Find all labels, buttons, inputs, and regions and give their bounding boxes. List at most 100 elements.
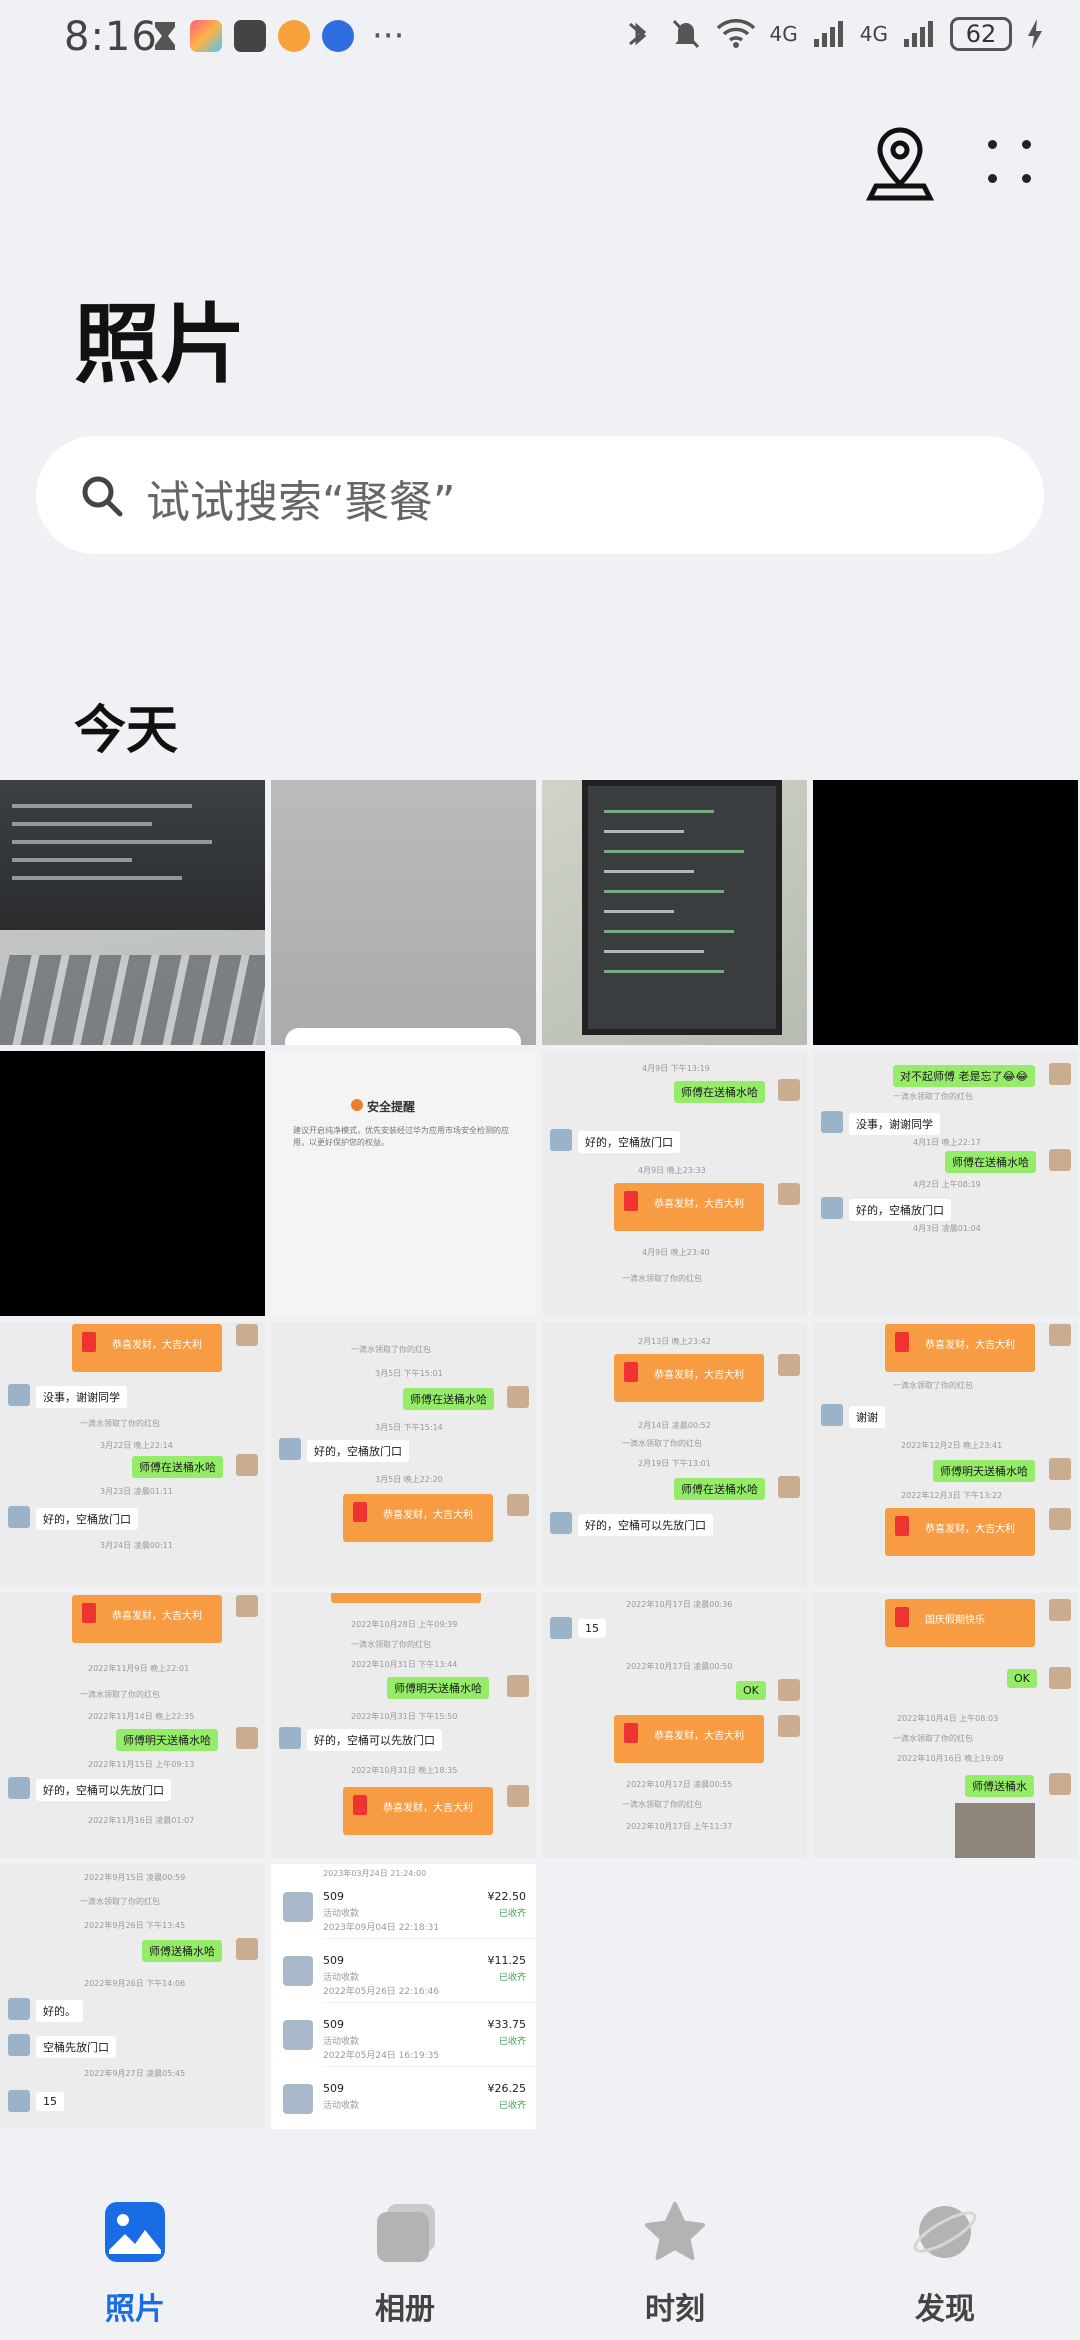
avatar <box>8 1506 30 1528</box>
photo-thumbnail[interactable]: 一滴水领取了你的红包 3月5日 下午15:01 师傅在送桶水哈 3月5日 下午1… <box>271 1322 536 1587</box>
tab-moments[interactable]: 时刻 <box>540 2200 810 2330</box>
chat-bubble: 师傅明天送桶水哈 <box>933 1460 1035 1482</box>
avatar <box>1049 1063 1071 1085</box>
photo-thumbnail[interactable]: 恭喜发财，大吉大利 没事，谢谢同学 一滴水领取了你的红包 3月22日 晚上22:… <box>0 1322 265 1587</box>
chat-bubble: 好的，空桶可以先放门口 <box>578 1514 713 1536</box>
avatar <box>507 1494 529 1516</box>
status-left-icons: ··· <box>152 19 404 53</box>
location-pin-icon[interactable] <box>862 124 938 204</box>
chat-bubble: 师傅在送桶水哈 <box>403 1388 494 1410</box>
photo-thumbnail[interactable]: 安全提醒 建议开启纯净模式，优先安装经过华为应用市场安全检测的应用，以更好保护您… <box>271 1051 536 1316</box>
photo-thumbnail[interactable]: 国庆假期快乐 OK 2022年10月4日 上午08:03 一滴水领取了你的红包 … <box>813 1593 1078 1858</box>
chat-bubble: 好的，空桶放门口 <box>307 1440 409 1462</box>
chat-timestamp: 2022年11月16日 凌晨01:07 <box>88 1816 195 1825</box>
avatar <box>778 1679 800 1701</box>
avatar <box>778 1715 800 1737</box>
photo-thumbnail[interactable] <box>813 780 1078 1045</box>
photo-thumbnail[interactable]: 2023年03月24日 21:24:00 509 活动收款 2023年09月04… <box>271 1864 536 2129</box>
avatar <box>1049 1599 1071 1621</box>
chat-timestamp: 2022年9月27日 凌晨05:45 <box>84 2069 186 2078</box>
photo-thumbnail[interactable]: 2022年10月17日 凌晨00:36 15 2022年10月17日 凌晨00:… <box>542 1593 807 1858</box>
photo-thumbnail[interactable]: 4月9日 下午13:19 师傅在送桶水哈 好的，空桶放门口 4月9日 晚上23:… <box>542 1051 807 1316</box>
chat-bubble: 好的。 <box>36 2000 83 2022</box>
bottom-navigation: 照片 相册 时刻 发现 <box>0 2150 1080 2340</box>
chat-bubble: 没事，谢谢同学 <box>849 1113 940 1135</box>
chat-system-note: 一滴水领取了你的红包 <box>80 1897 160 1906</box>
bluetooth-vibrate-icon <box>628 22 646 46</box>
chat-timestamp: 3月5日 晚上22:20 <box>375 1475 443 1484</box>
chat-bubble: 对不起师傅 老是忘了😂😂 <box>893 1065 1036 1087</box>
signal-icon-1 <box>813 21 843 47</box>
chat-timestamp: 2022年10月17日 凌晨00:36 <box>626 1600 733 1609</box>
photos-icon <box>105 2202 165 2262</box>
photo-thumbnail[interactable]: 恭喜发财，大吉大利 2022年11月9日 晚上22:01 一滴水领取了你的红包 … <box>0 1593 265 1858</box>
chat-bubble: 没事，谢谢同学 <box>36 1386 127 1408</box>
photo-thumbnail[interactable]: 恭喜发财，大吉大利 一滴水领取了你的红包 谢谢 2022年12月2日 晚上23:… <box>813 1322 1078 1587</box>
avatar <box>550 1617 572 1639</box>
payment-amount: ¥26.25 <box>487 2082 527 2095</box>
avatar <box>1049 1458 1071 1480</box>
more-options-button[interactable] <box>980 132 1040 192</box>
photo-thumbnail[interactable]: 2022年9月15日 凌晨00:59 一滴水领取了你的红包 2022年9月26日… <box>0 1864 265 2129</box>
avatar <box>550 1512 572 1534</box>
payment-status: 已收齐 <box>498 2101 526 2111</box>
image-message-thumbnail <box>955 1803 1035 1858</box>
chat-bubble: 15 <box>36 2092 64 2111</box>
chat-timestamp: 2022年10月31日 晚上18:35 <box>351 1766 458 1775</box>
albums-icon <box>377 2204 435 2262</box>
photo-thumbnail[interactable] <box>542 780 807 1045</box>
avatar <box>283 2084 313 2114</box>
chat-system-note: 一滴水领取了你的红包 <box>80 1690 160 1699</box>
red-packet: 国庆假期快乐 <box>885 1599 1035 1647</box>
chat-timestamp: 3月5日 下午15:14 <box>375 1423 443 1432</box>
chat-timestamp: 2022年10月31日 下午13:44 <box>351 1660 458 1669</box>
chat-timestamp: 2022年10月28日 上午09:39 <box>351 1620 458 1629</box>
chat-bubble: 师傅送桶水哈 <box>142 1940 222 1962</box>
red-packet: 恭喜发财，大吉大利 <box>72 1324 222 1372</box>
avatar <box>1049 1773 1071 1795</box>
photo-thumbnail[interactable] <box>0 780 265 1045</box>
tab-discover[interactable]: 发现 <box>810 2200 1080 2330</box>
avatar <box>1049 1667 1071 1689</box>
avatar <box>236 1454 258 1476</box>
chat-bubble: OK <box>736 1681 766 1700</box>
photo-thumbnail[interactable] <box>271 780 536 1045</box>
chat-bubble: 师傅送桶水 <box>965 1775 1034 1797</box>
chat-timestamp: 2022年12月3日 下午13:22 <box>901 1491 1003 1500</box>
music-icon <box>322 20 354 52</box>
photo-thumbnail[interactable]: 对不起师傅 老是忘了😂😂 一滴水领取了你的红包 没事，谢谢同学 4月1日 晚上2… <box>813 1051 1078 1316</box>
chat-timestamp: 2022年10月17日 凌晨00:50 <box>626 1662 733 1671</box>
chat-timestamp: 2022年10月16日 晚上19:09 <box>897 1754 1004 1763</box>
chat-bubble: 好的，空桶可以先放门口 <box>36 1779 171 1801</box>
warning-shield-icon <box>351 1099 363 1111</box>
avatar <box>8 2034 30 2056</box>
chat-timestamp: 4月9日 下午13:19 <box>642 1064 710 1073</box>
payment-sub: 活动收款 <box>323 1973 360 1983</box>
network-type-1: 4G <box>769 22 798 46</box>
mute-bell-icon <box>672 19 699 49</box>
tab-albums[interactable]: 相册 <box>270 2200 540 2330</box>
network-type-2: 4G <box>859 22 888 46</box>
payment-status: 已收齐 <box>498 1909 526 1919</box>
chat-timestamp: 2月14日 凌晨00:52 <box>638 1421 711 1430</box>
photo-thumbnail[interactable]: 2月13日 晚上23:42 恭喜发财，大吉大利 2月14日 凌晨00:52 一滴… <box>542 1322 807 1587</box>
tab-photos[interactable]: 照片 <box>0 2200 270 2330</box>
chat-timestamp: 2022年10月4日 上午08:03 <box>897 1714 999 1723</box>
chat-bubble: 师傅在送桶水哈 <box>945 1151 1036 1173</box>
search-bar[interactable]: 试试搜索“聚餐” <box>36 436 1044 554</box>
chat-bubble: 师傅明天送桶水哈 <box>387 1677 489 1699</box>
avatar <box>236 1595 258 1617</box>
avatar <box>1049 1324 1071 1346</box>
avatar <box>283 1956 313 1986</box>
avatar <box>1049 1149 1071 1171</box>
photo-thumbnail[interactable]: 2022年10月28日 上午09:39 一滴水领取了你的红包 2022年10月3… <box>271 1593 536 1858</box>
avatar <box>1049 1508 1071 1530</box>
photo-thumbnail[interactable] <box>0 1051 265 1316</box>
chat-bubble: OK <box>1007 1669 1037 1688</box>
avatar <box>283 1892 313 1922</box>
hourglass-icon <box>155 22 175 50</box>
payment-date: 2022年05月26日 22:16:46 <box>323 1987 440 1997</box>
chat-timestamp: 2022年9月26日 下午13:45 <box>84 1921 186 1930</box>
search-placeholder: 试试搜索“聚餐” <box>146 477 456 528</box>
chat-timestamp: 2022年10月31日 下午15:50 <box>351 1712 458 1721</box>
